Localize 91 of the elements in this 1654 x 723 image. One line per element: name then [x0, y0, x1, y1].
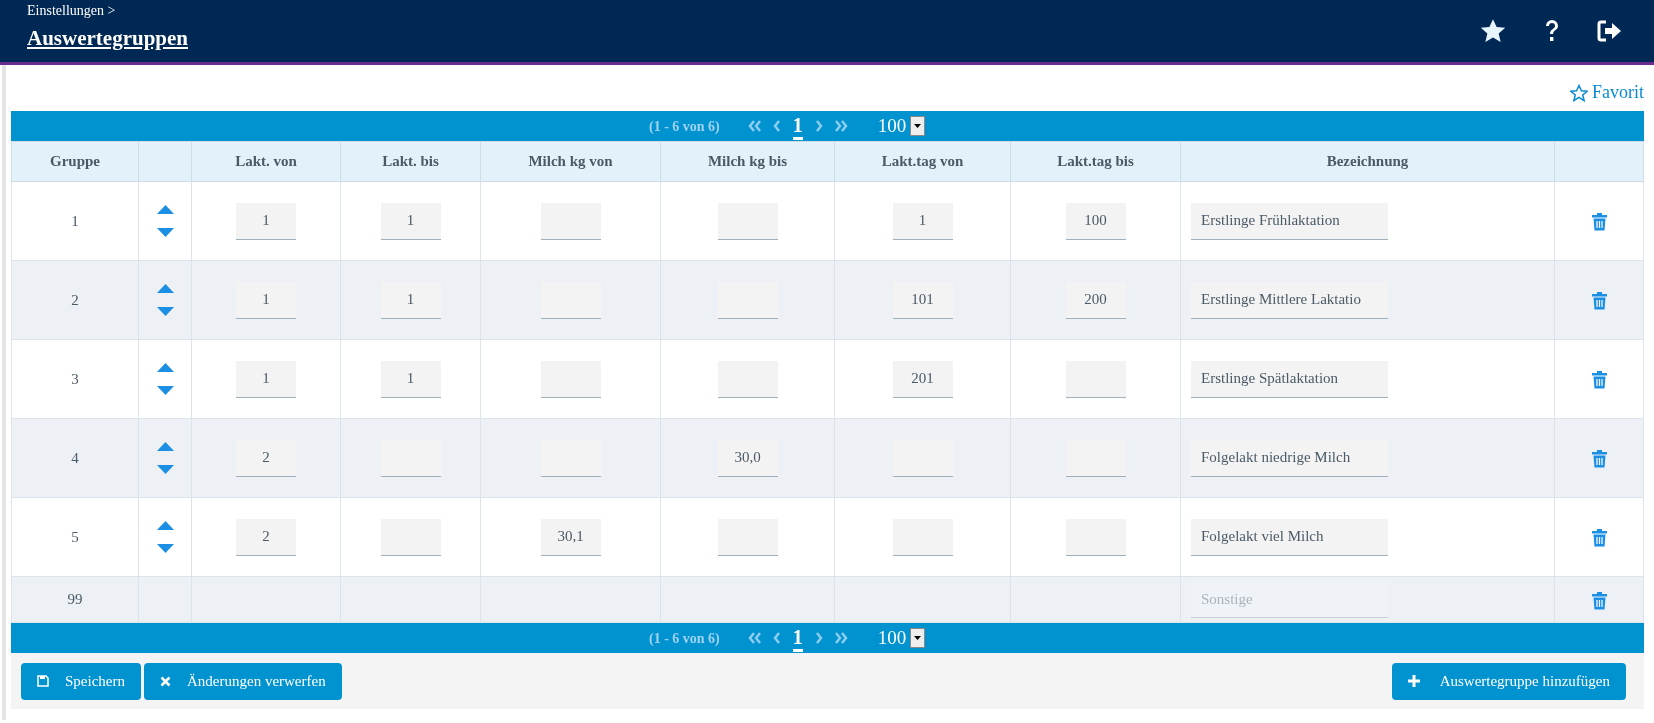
last-page-icon[interactable]: [833, 632, 848, 644]
input-field[interactable]: 1: [236, 202, 296, 240]
input-field[interactable]: [717, 202, 778, 240]
last-page-icon[interactable]: [833, 120, 848, 132]
record-range: (1 - 6 von 6): [649, 629, 720, 648]
name-field[interactable]: Erstlinge Mittlere Laktatio: [1191, 281, 1388, 319]
input-field[interactable]: 30,0: [717, 439, 778, 477]
input-field[interactable]: 200: [1065, 281, 1126, 319]
input-field[interactable]: [380, 518, 441, 556]
input-field[interactable]: [1065, 439, 1126, 477]
input-field[interactable]: [540, 281, 601, 319]
discard-changes-button[interactable]: Änderungen verwerfen: [144, 662, 342, 700]
page-size-dropdown[interactable]: 100: [877, 623, 926, 653]
input-field[interactable]: [717, 281, 778, 319]
move-up-icon[interactable]: [156, 521, 174, 530]
page-title: Auswertegruppen: [27, 25, 188, 53]
next-page-icon[interactable]: [814, 632, 823, 644]
trash-icon[interactable]: [1591, 529, 1607, 548]
column-header: Gruppe: [50, 153, 100, 170]
column-header: Lakt. bis: [382, 153, 439, 170]
input-field[interactable]: 1: [236, 281, 296, 319]
trash-icon[interactable]: [1591, 450, 1607, 469]
move-down-icon[interactable]: [156, 228, 174, 237]
input-field[interactable]: [540, 439, 601, 477]
input-field[interactable]: 1: [892, 202, 953, 240]
star-icon: [1570, 83, 1588, 102]
breadcrumb[interactable]: Einstellungen >: [27, 3, 188, 20]
input-field[interactable]: 1: [380, 202, 441, 240]
column-header: Milch kg von: [528, 153, 613, 170]
trash-icon[interactable]: [1591, 371, 1607, 390]
plus-icon: [1407, 675, 1420, 687]
input-field[interactable]: [1065, 518, 1126, 556]
move-up-icon[interactable]: [156, 442, 174, 451]
add-group-button[interactable]: Auswertegruppe hinzufügen: [1391, 662, 1626, 700]
name-field[interactable]: Erstlinge Frühlaktation: [1191, 202, 1388, 240]
input-field[interactable]: [380, 439, 441, 477]
help-icon[interactable]: [1543, 19, 1561, 43]
column-header: Lakt. von: [235, 153, 297, 170]
save-button[interactable]: Speichern: [21, 662, 141, 700]
input-field[interactable]: [540, 360, 601, 398]
input-field[interactable]: 1: [380, 281, 441, 319]
close-icon: [160, 675, 171, 687]
record-range: (1 - 6 von 6): [649, 117, 720, 136]
group-number: 5: [71, 528, 79, 545]
column-header: Milch kg bis: [707, 153, 788, 170]
previous-page-icon[interactable]: [772, 632, 781, 644]
page-size-dropdown[interactable]: 100: [877, 111, 926, 141]
group-number: 1: [71, 212, 79, 229]
first-page-icon[interactable]: [747, 120, 762, 132]
column-header: Lakt.tag von: [881, 153, 964, 170]
current-page[interactable]: 1: [792, 112, 803, 140]
trash-icon[interactable]: [1591, 213, 1607, 232]
input-field[interactable]: 101: [892, 281, 953, 319]
move-down-icon[interactable]: [156, 307, 174, 316]
input-field[interactable]: 2: [236, 439, 296, 477]
group-number: 4: [71, 449, 79, 466]
name-field[interactable]: Folgelakt viel Milch: [1191, 518, 1388, 556]
favorite-link[interactable]: Favorit: [1570, 79, 1644, 106]
name-field[interactable]: Erstlinge Spätlaktation: [1191, 360, 1388, 398]
trash-icon[interactable]: [1591, 591, 1607, 610]
name-field[interactable]: Folgelakt niedrige Milch: [1191, 439, 1388, 477]
group-number: 3: [71, 370, 79, 387]
input-field[interactable]: 100: [1065, 202, 1126, 240]
input-field[interactable]: [540, 202, 601, 240]
name-field[interactable]: Sonstige: [1191, 581, 1388, 618]
input-field[interactable]: [717, 360, 778, 398]
group-number: 99: [67, 591, 83, 608]
column-header: Lakt.tag bis: [1057, 153, 1134, 170]
input-field[interactable]: 1: [380, 360, 441, 398]
input-field[interactable]: [892, 518, 953, 556]
column-header: Bezeichnung: [1326, 153, 1409, 170]
move-down-icon[interactable]: [156, 544, 174, 553]
previous-page-icon[interactable]: [772, 120, 781, 132]
next-page-icon[interactable]: [814, 120, 823, 132]
input-field[interactable]: 201: [892, 360, 953, 398]
group-number: 2: [71, 291, 79, 308]
input-field[interactable]: [1065, 360, 1126, 398]
input-field[interactable]: 30,1: [540, 518, 601, 556]
input-field[interactable]: 1: [236, 360, 296, 398]
first-page-icon[interactable]: [747, 632, 762, 644]
logout-icon[interactable]: [1597, 20, 1623, 42]
input-field[interactable]: [717, 518, 778, 556]
move-up-icon[interactable]: [156, 363, 174, 372]
input-field[interactable]: [892, 439, 953, 477]
trash-icon[interactable]: [1591, 292, 1607, 311]
star-icon[interactable]: [1479, 18, 1507, 44]
move-up-icon[interactable]: [156, 284, 174, 293]
input-field[interactable]: 2: [236, 518, 296, 556]
move-up-icon[interactable]: [156, 205, 174, 214]
move-down-icon[interactable]: [156, 386, 174, 395]
move-down-icon[interactable]: [156, 465, 174, 474]
